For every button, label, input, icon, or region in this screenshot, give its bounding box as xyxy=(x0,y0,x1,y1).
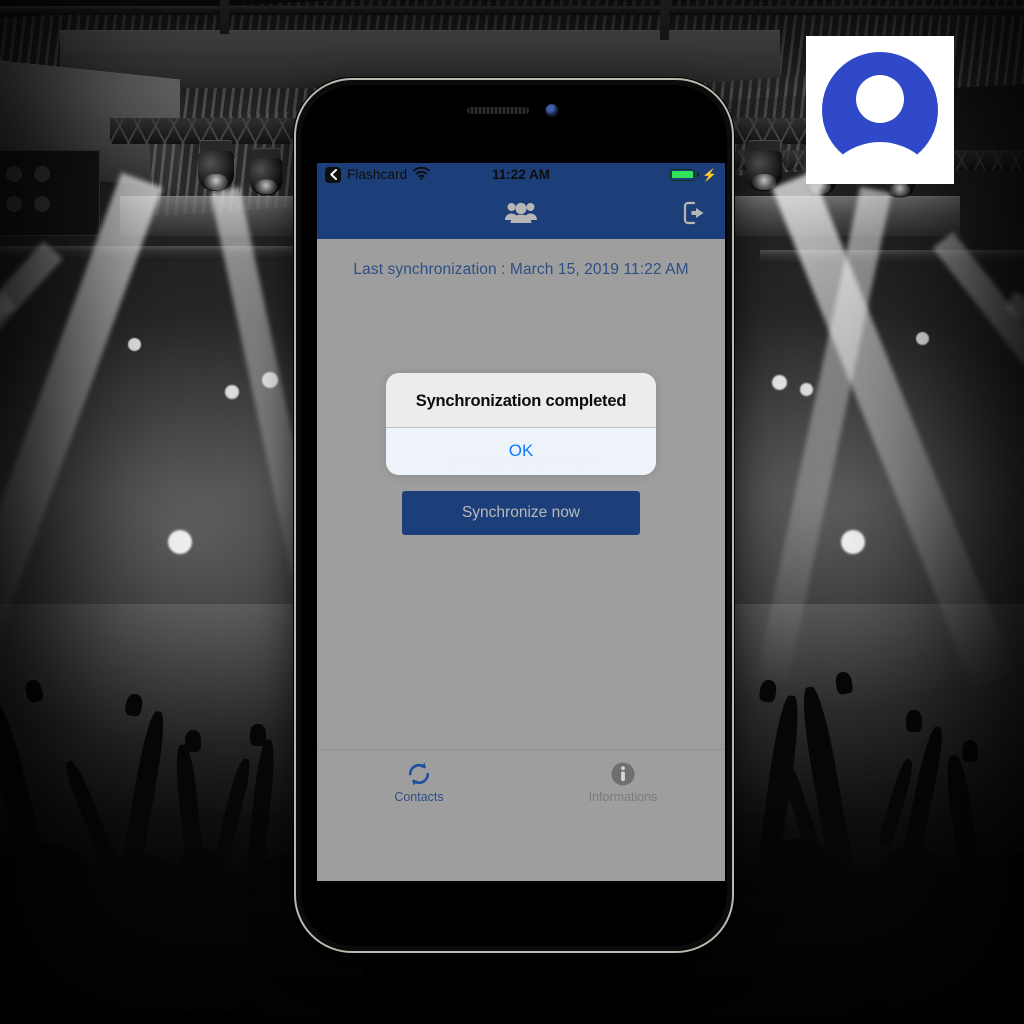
tab-informations-label: Informations xyxy=(588,790,658,804)
app-icon-badge xyxy=(806,36,954,184)
alert-layer: Contacts synchronize Synchronize now Syn… xyxy=(317,239,725,815)
logout-icon xyxy=(683,201,704,224)
charging-bolt-icon: ⚡ xyxy=(702,167,717,182)
screenshot-root: Flashcard 11:22 AM ⚡ Last synchronizatio… xyxy=(0,0,1024,1024)
nav-bar xyxy=(317,186,725,239)
earpiece-speaker-icon xyxy=(467,107,529,114)
sync-refresh-icon xyxy=(406,761,432,787)
battery-full-icon xyxy=(670,168,696,181)
tab-bar: Contacts Informations xyxy=(317,749,725,815)
front-camera-icon xyxy=(545,104,559,117)
contacts-group-icon xyxy=(505,201,537,225)
alert-title: Synchronization completed xyxy=(415,392,627,410)
info-circle-icon xyxy=(610,761,636,787)
logout-button[interactable] xyxy=(683,201,709,225)
main-content: Last synchronization : March 15, 2019 11… xyxy=(317,239,725,815)
synchronize-now-button[interactable]: Synchronize now xyxy=(402,491,640,535)
battery-cap-icon xyxy=(697,172,700,177)
alert-dialog: Synchronization completed OK xyxy=(386,373,656,475)
status-bar-right: ⚡ xyxy=(670,167,717,182)
phone-mockup: Flashcard 11:22 AM ⚡ Last synchronizatio… xyxy=(294,78,734,953)
phone-bezel: Flashcard 11:22 AM ⚡ Last synchronizatio… xyxy=(301,85,727,946)
phone-screen: Flashcard 11:22 AM ⚡ Last synchronizatio… xyxy=(317,163,725,881)
status-bar-app-label[interactable]: Flashcard xyxy=(347,167,407,182)
status-bar-left[interactable]: Flashcard xyxy=(325,166,431,183)
alert-body: Synchronization completed xyxy=(386,373,656,427)
tab-contacts[interactable]: Contacts xyxy=(317,750,521,815)
tab-informations[interactable]: Informations xyxy=(521,750,725,815)
status-bar: Flashcard 11:22 AM ⚡ xyxy=(317,163,725,186)
back-chevron-icon[interactable] xyxy=(325,166,341,183)
contact-avatar-logo-icon xyxy=(822,52,938,168)
alert-ok-button[interactable]: OK xyxy=(386,428,656,475)
tab-contacts-label: Contacts xyxy=(394,790,444,804)
wifi-icon xyxy=(413,166,431,183)
